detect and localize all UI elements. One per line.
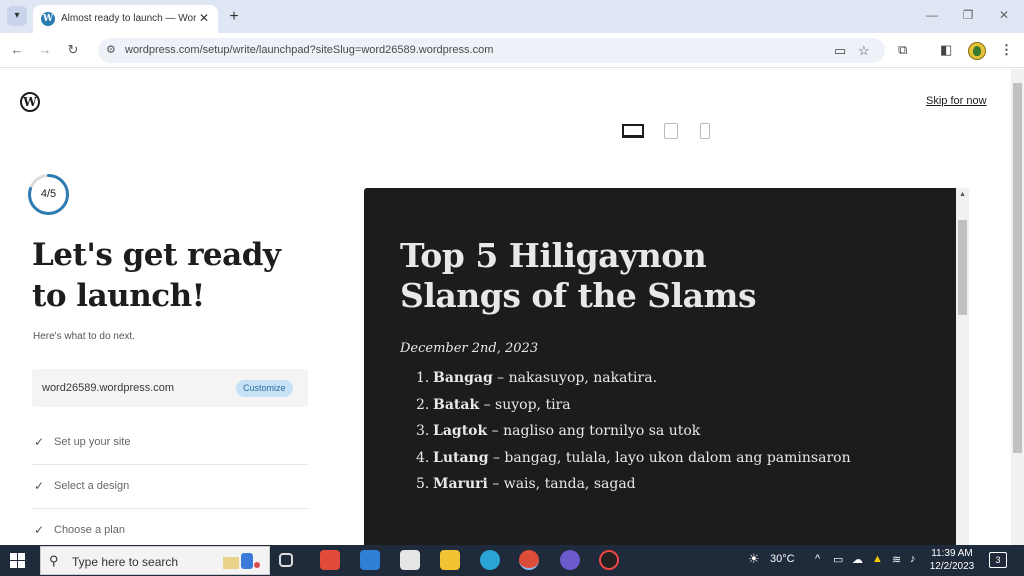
preview-slang-list: 1. Bangag – nakasuyop, nakatira. 2. Batak … xyxy=(416,365,851,498)
clock-time: 11:39 AM xyxy=(931,548,973,559)
wordpress-logo-icon[interactable]: W xyxy=(20,92,40,112)
site-domain: word26589.wordpress.com xyxy=(42,382,175,394)
preview-post-title: Top 5 Hiligaynon Slangs of the Slams xyxy=(400,236,757,315)
chrome-browser-icon[interactable] xyxy=(519,550,539,570)
extensions-icon[interactable]: ⧉ xyxy=(898,42,907,58)
tray-overflow-icon[interactable]: ^ xyxy=(815,553,820,565)
scroll-up-arrow-icon[interactable]: ▲ xyxy=(959,191,966,198)
progress-label: 4/5 xyxy=(40,188,57,200)
search-highlight-icon xyxy=(223,553,260,569)
tab-title: Almost ready to launch — WordPress.com xyxy=(61,13,196,24)
browser-tab[interactable]: W Almost ready to launch — WordPress.com… xyxy=(33,5,218,33)
task-view-icon[interactable] xyxy=(279,553,293,567)
reload-icon[interactable]: ↻ xyxy=(64,41,82,59)
checkmark-icon: ✓ xyxy=(34,523,45,537)
site-preview[interactable]: Top 5 Hiligaynon Slangs of the Slams Dec… xyxy=(364,188,956,545)
site-domain-card: word26589.wordpress.com Customize xyxy=(32,369,308,407)
task-item[interactable]: ✓ Set up your site xyxy=(32,421,308,465)
windows-taskbar: ⚲ Type here to search ☀ 30°C ^ ▭ ☁ ▲ ≋ ♪… xyxy=(0,545,1024,576)
battery-icon[interactable]: ▭ xyxy=(833,553,843,566)
paint-app-icon[interactable] xyxy=(320,550,340,570)
customize-button[interactable]: Customize xyxy=(236,380,293,397)
list-item: 2. Batak – suyop, tira xyxy=(416,396,571,413)
taskbar-search[interactable]: ⚲ Type here to search xyxy=(40,546,270,575)
task-label: Choose a plan xyxy=(54,524,125,536)
preview-scroll-thumb[interactable] xyxy=(958,220,967,315)
system-clock[interactable]: 11:39 AM 12/2/2023 xyxy=(927,547,977,573)
volume-icon[interactable]: ♪ xyxy=(910,553,916,565)
page-title: Let's get ready to launch! xyxy=(32,237,281,314)
weather-temperature[interactable]: 30°C xyxy=(770,553,795,565)
minimize-button[interactable]: — xyxy=(922,8,942,22)
checkmark-icon: ✓ xyxy=(34,435,45,449)
url-text: wordpress.com/setup/write/launchpad?site… xyxy=(125,44,494,56)
edge-browser-icon[interactable] xyxy=(480,550,500,570)
browser-tab-strip: ▾ W Almost ready to launch — WordPress.c… xyxy=(0,0,1024,33)
security-icon[interactable]: ▲ xyxy=(872,553,883,565)
task-item[interactable]: ✓ Select a design xyxy=(32,465,308,509)
wordpress-favicon-icon: W xyxy=(41,12,55,26)
preview-scrollbar[interactable]: ▲ xyxy=(956,188,969,545)
cloud-icon[interactable]: ☁ xyxy=(852,553,863,566)
phone-preview-icon[interactable] xyxy=(700,123,710,139)
list-item: 1. Bangag – nakasuyop, nakatira. xyxy=(416,370,658,386)
new-tab-button[interactable]: + xyxy=(224,7,244,27)
weather-icon[interactable]: ☀ xyxy=(748,551,760,567)
cast-icon[interactable]: ▭ xyxy=(834,43,846,59)
search-placeholder: Type here to search xyxy=(72,555,179,569)
notification-center-icon[interactable]: 3 xyxy=(989,552,1007,568)
menu-kebab-icon[interactable]: ⋮ xyxy=(1000,42,1013,58)
media-app-icon[interactable] xyxy=(560,550,580,570)
progress-ring: 4/5 xyxy=(27,173,70,216)
address-bar[interactable]: ⚙ wordpress.com/setup/write/launchpad?si… xyxy=(98,38,885,63)
mail-app-icon[interactable] xyxy=(360,550,380,570)
restore-button[interactable]: ❐ xyxy=(958,8,978,22)
skip-for-now-link[interactable]: Skip for now xyxy=(926,95,987,107)
page-scroll-thumb[interactable] xyxy=(1013,83,1022,453)
list-item: 4. Lutang – bangag, tulala, layo ukon dal… xyxy=(416,449,851,466)
windows-start-icon[interactable] xyxy=(10,553,25,568)
tablet-preview-icon[interactable] xyxy=(664,123,678,139)
file-explorer-icon[interactable] xyxy=(440,550,460,570)
page-scrollbar[interactable] xyxy=(1011,69,1024,545)
tab-search-icon[interactable]: ▾ xyxy=(7,6,27,26)
page-subtext: Here's what to do next. xyxy=(33,331,135,342)
side-panel-icon[interactable]: ◧ xyxy=(940,42,952,58)
browser-toolbar: ← → ↻ ⚙ wordpress.com/setup/write/launch… xyxy=(0,33,1024,68)
store-app-icon[interactable] xyxy=(400,550,420,570)
search-icon: ⚲ xyxy=(49,553,59,568)
bookmark-star-icon[interactable]: ☆ xyxy=(858,43,870,59)
desktop-preview-icon[interactable] xyxy=(622,124,644,138)
recorder-app-icon[interactable] xyxy=(599,550,619,570)
site-info-icon[interactable]: ⚙ xyxy=(106,43,116,56)
clock-date: 12/2/2023 xyxy=(929,561,975,572)
wifi-icon[interactable]: ≋ xyxy=(892,553,901,566)
profile-avatar[interactable] xyxy=(968,42,986,60)
task-label: Select a design xyxy=(54,480,130,492)
preview-post-date: December 2nd, 2023 xyxy=(400,341,539,356)
checkmark-icon: ✓ xyxy=(34,479,45,493)
launchpad-page: W Skip for now 4/5 Let's get ready to la… xyxy=(0,69,1024,545)
list-item: 3. Lagtok – nagliso ang tornilyo sa utok xyxy=(416,423,701,439)
tab-close-icon[interactable]: ✕ xyxy=(199,11,209,25)
back-arrow-icon[interactable]: ← xyxy=(8,41,26,59)
forward-arrow-icon[interactable]: → xyxy=(36,41,54,59)
close-window-button[interactable]: ✕ xyxy=(994,8,1014,22)
task-item[interactable]: ✓ Choose a plan xyxy=(32,509,308,545)
list-item: 5. Maruri – wais, tanda, sagad xyxy=(416,476,636,492)
task-label: Set up your site xyxy=(54,436,131,448)
